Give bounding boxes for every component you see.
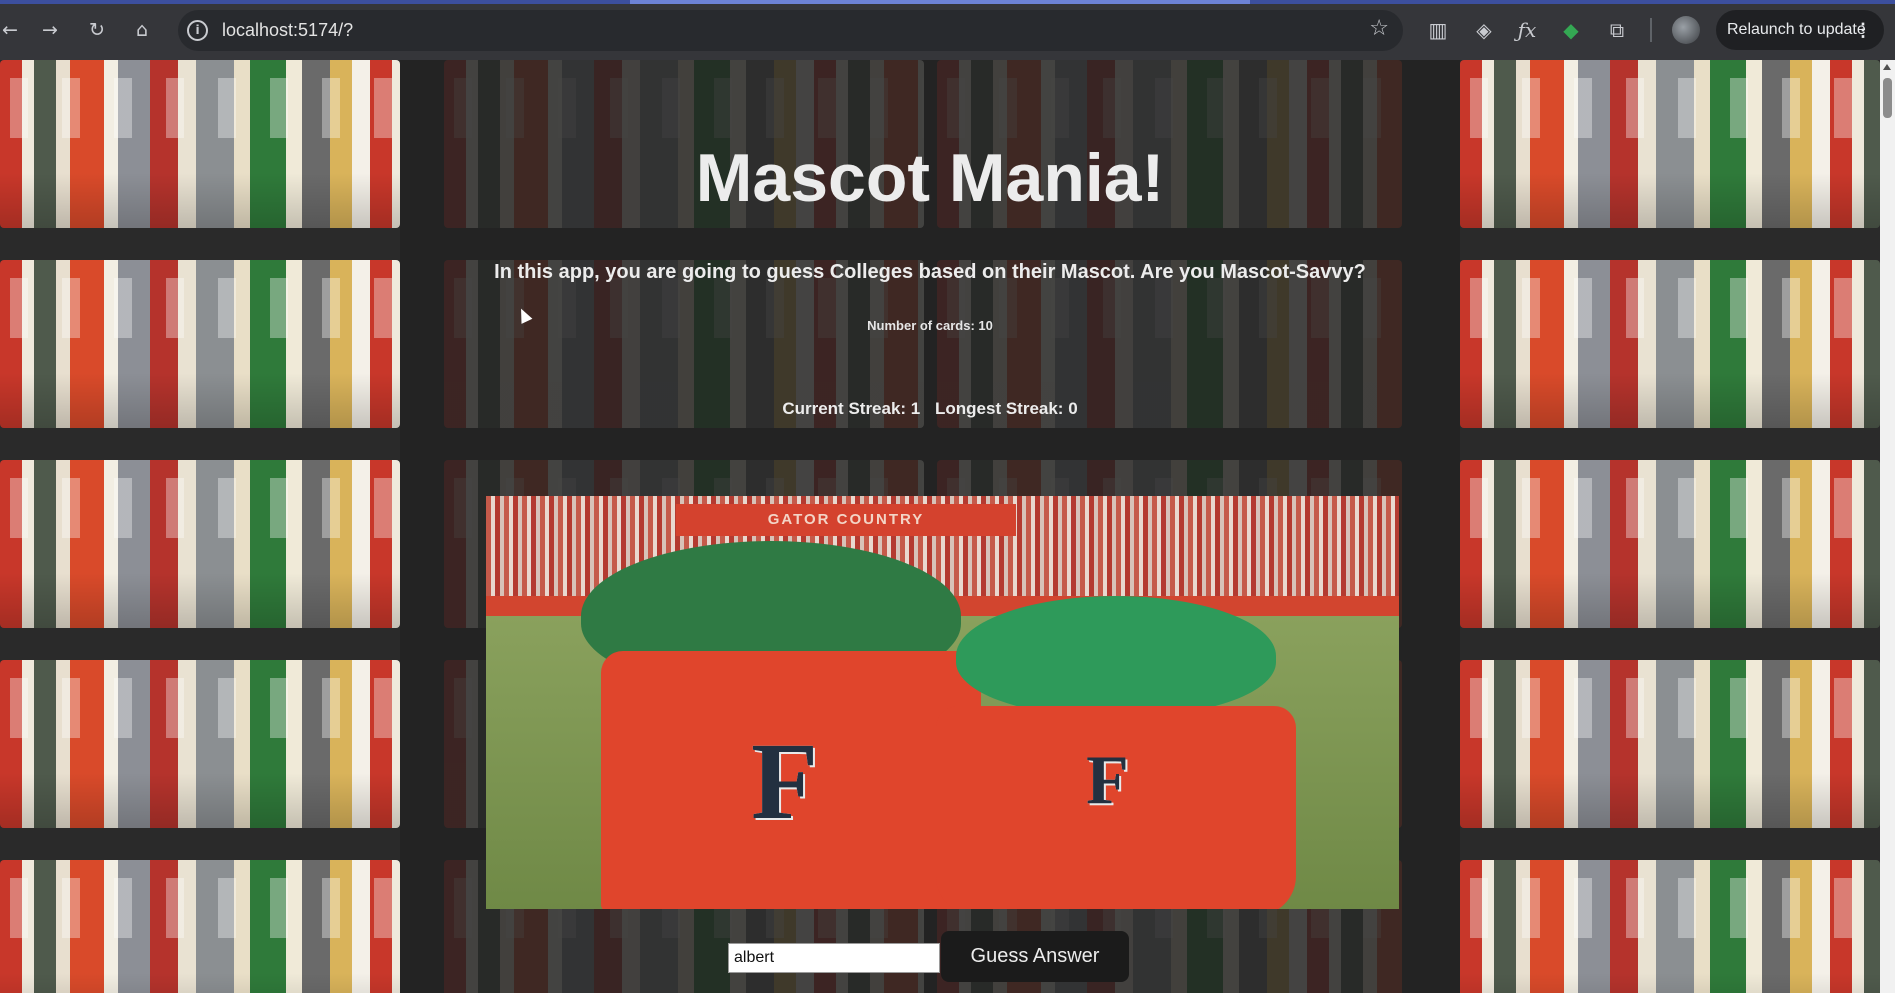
page-scrollbar[interactable] bbox=[1880, 60, 1895, 993]
color-extension-icon[interactable]: ◆ bbox=[1557, 16, 1585, 44]
current-streak: Current Streak: 1 bbox=[782, 399, 921, 418]
mascot-wallpaper-tile bbox=[0, 860, 400, 993]
scrollbar-thumb[interactable] bbox=[1883, 78, 1892, 118]
guess-answer-button[interactable]: Guess Answer bbox=[941, 931, 1129, 982]
fx-extension-icon[interactable]: ƒx bbox=[1513, 16, 1541, 44]
profile-avatar-icon[interactable] bbox=[1672, 16, 1700, 44]
reading-list-icon[interactable]: ▥ bbox=[1424, 16, 1452, 44]
more-menu-icon[interactable]: ⋮ bbox=[1854, 10, 1872, 50]
scroll-up-icon[interactable] bbox=[1883, 64, 1891, 70]
forward-icon[interactable]: → bbox=[36, 16, 64, 44]
reload-icon[interactable]: ↻ bbox=[83, 16, 111, 44]
mascot-wallpaper-tile bbox=[0, 660, 400, 828]
browser-toolbar: ← → ↻ ⌂ i localhost:5174/? ☆ ▥ ◈ ƒx ◆ ⧉ … bbox=[0, 0, 1895, 60]
relaunch-button[interactable]: Relaunch to update ⋮ bbox=[1716, 10, 1884, 50]
mascot-wallpaper-tile bbox=[1460, 260, 1880, 428]
longest-streak: Longest Streak: 0 bbox=[935, 399, 1078, 418]
mascot-wallpaper-tile bbox=[1460, 60, 1880, 228]
relaunch-label: Relaunch to update bbox=[1727, 21, 1866, 38]
intro-text: In this app, you are going to guess Coll… bbox=[494, 261, 1366, 283]
streak-stats: Current Streak: 1 Longest Streak: 0 bbox=[400, 398, 1460, 420]
mascot-wallpaper-tile bbox=[1460, 660, 1880, 828]
bookmark-star-icon[interactable]: ☆ bbox=[1369, 16, 1389, 41]
back-icon[interactable]: ← bbox=[0, 16, 24, 44]
mascot-photo: GATOR COUNTRY F F bbox=[486, 496, 1399, 909]
active-tab-indicator bbox=[630, 0, 1250, 4]
address-bar[interactable]: i localhost:5174/? ☆ bbox=[178, 10, 1403, 51]
extensions-puzzle-icon[interactable]: ⧉ bbox=[1603, 16, 1631, 44]
site-info-icon[interactable]: i bbox=[187, 20, 208, 41]
stadium-banner: GATOR COUNTRY bbox=[676, 504, 1016, 536]
mascot-wallpaper-tile bbox=[1460, 460, 1880, 628]
home-icon[interactable]: ⌂ bbox=[128, 16, 156, 44]
toolbar-divider bbox=[1650, 18, 1652, 42]
extension-tab-icon[interactable]: ◈ bbox=[1470, 16, 1498, 44]
mascot-wallpaper-tile bbox=[1460, 860, 1880, 993]
card-count: Number of cards: 10 bbox=[867, 318, 993, 333]
jersey-letter: F bbox=[1086, 742, 1129, 819]
guess-input[interactable] bbox=[728, 943, 940, 973]
jersey-letter: F bbox=[751, 720, 819, 842]
address-url[interactable]: localhost:5174/? bbox=[222, 20, 353, 41]
mascot-wallpaper-tile bbox=[0, 260, 400, 428]
mascot-wallpaper-tile bbox=[0, 60, 400, 228]
page-title: Mascot Mania! bbox=[695, 140, 1165, 216]
mascot-wallpaper-tile bbox=[0, 460, 400, 628]
